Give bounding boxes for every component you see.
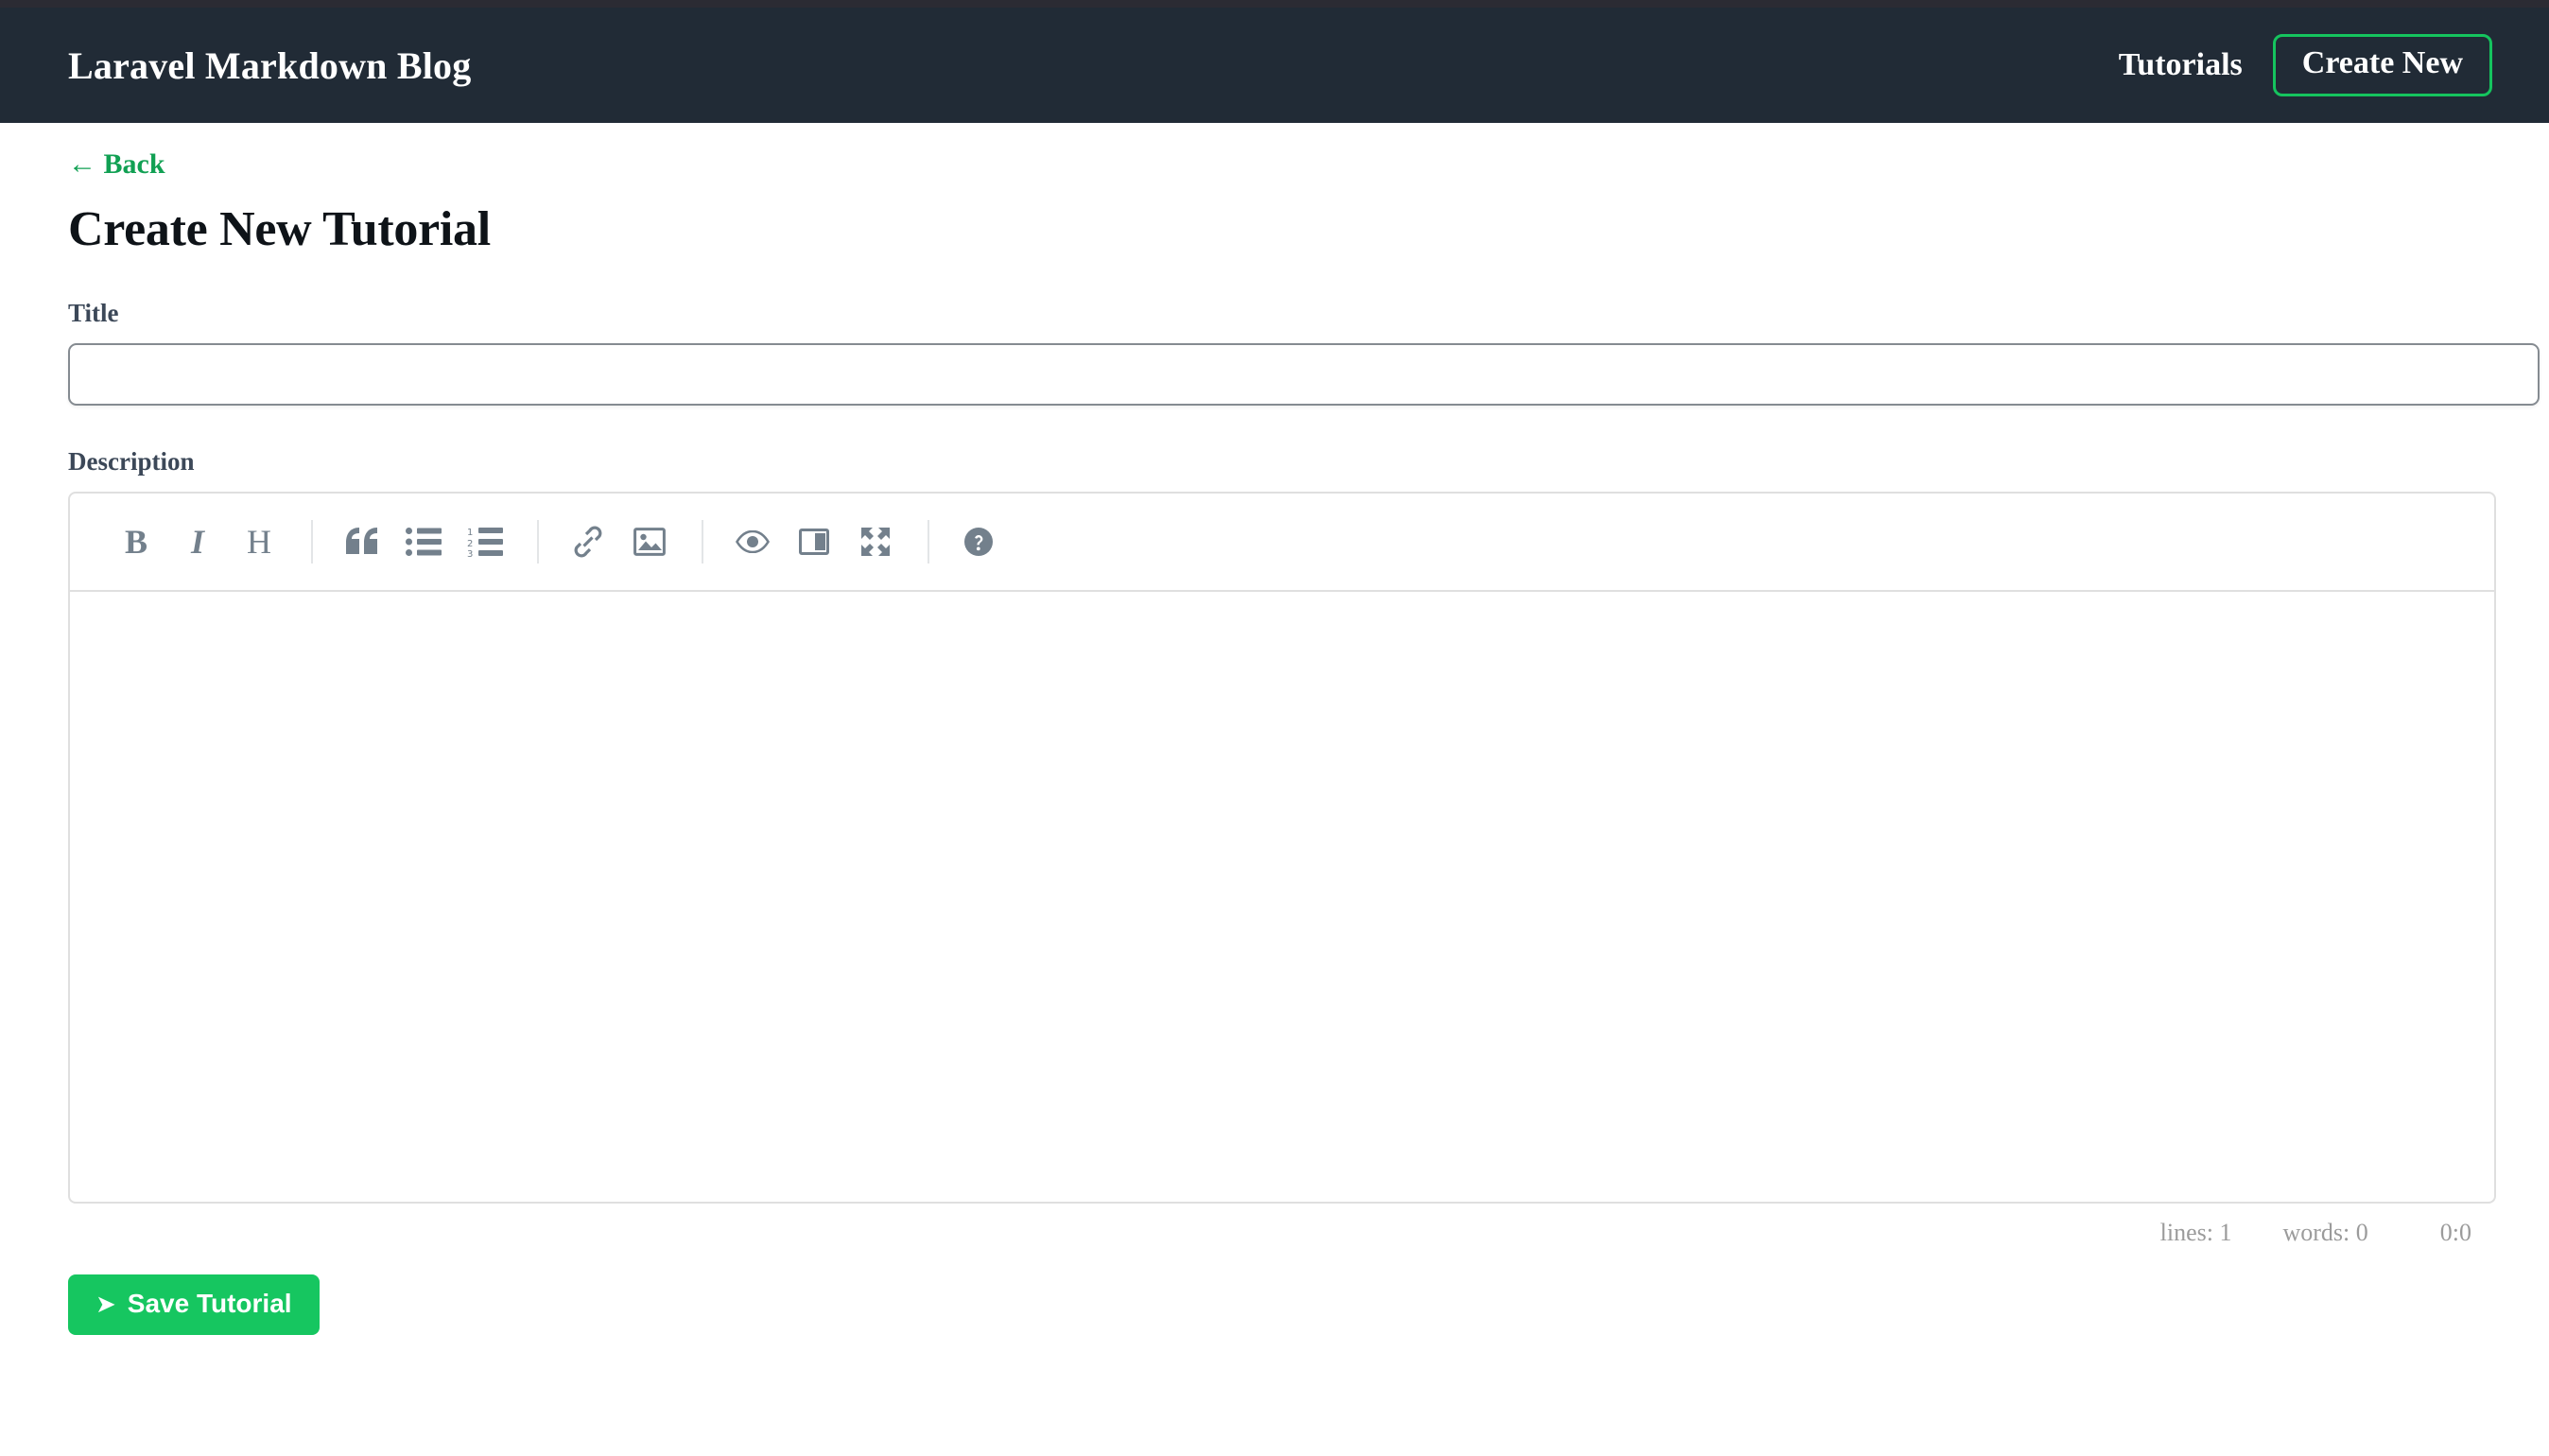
send-icon: ➤ <box>95 1290 116 1318</box>
heading-glyph: H <box>247 523 271 561</box>
unordered-list-icon[interactable] <box>397 515 450 568</box>
help-icon[interactable] <box>952 515 1005 568</box>
brand-title: Laravel Markdown Blog <box>68 43 472 87</box>
browser-chrome-strip <box>0 0 2549 8</box>
status-cursor-position: 0:0 <box>2439 1219 2471 1246</box>
quote-icon[interactable] <box>336 515 389 568</box>
description-textarea[interactable] <box>70 592 2494 1197</box>
nav-create-new-button[interactable]: Create New <box>2272 34 2492 96</box>
description-field-label: Description <box>68 447 195 476</box>
page-title: Create New Tutorial <box>68 202 491 256</box>
side-by-side-icon[interactable] <box>788 515 841 568</box>
save-tutorial-label: Save Tutorial <box>127 1289 292 1318</box>
back-link[interactable]: ← Back <box>68 148 165 181</box>
editor-toolbar: B I H 1 2 3 <box>70 494 2494 592</box>
italic-icon[interactable]: I <box>171 515 224 568</box>
navbar-right-group: Tutorials Create New <box>2119 34 2492 96</box>
status-lines: lines: 1 <box>2159 1219 2232 1246</box>
save-tutorial-button[interactable]: ➤ Save Tutorial <box>68 1274 320 1335</box>
nav-link-tutorials[interactable]: Tutorials <box>2119 47 2243 83</box>
editor-status-bar: lines: 1 words: 0 0:0 <box>68 1204 2496 1247</box>
bold-icon[interactable]: B <box>110 515 163 568</box>
toolbar-separator <box>311 520 313 563</box>
svg-text:3: 3 <box>467 549 473 557</box>
title-input[interactable] <box>68 343 2540 406</box>
image-icon[interactable] <box>623 515 676 568</box>
toolbar-separator <box>537 520 539 563</box>
toolbar-separator <box>702 520 703 563</box>
svg-text:2: 2 <box>467 539 473 549</box>
fullscreen-icon[interactable] <box>849 515 902 568</box>
title-field-label: Title <box>68 299 119 327</box>
ordered-list-icon[interactable]: 1 2 3 <box>459 515 512 568</box>
status-words: words: 0 <box>2282 1219 2368 1246</box>
heading-icon[interactable]: H <box>233 515 286 568</box>
page-content: ← Back Create New Tutorial Title Descrip… <box>0 123 2549 1335</box>
svg-text:1: 1 <box>467 528 473 538</box>
markdown-editor: B I H 1 2 3 <box>68 492 2496 1204</box>
italic-glyph: I <box>190 523 204 561</box>
link-icon[interactable] <box>562 515 615 568</box>
navbar: Laravel Markdown Blog Tutorials Create N… <box>0 8 2549 123</box>
bold-glyph: B <box>124 523 147 561</box>
preview-icon[interactable] <box>726 515 779 568</box>
toolbar-separator <box>928 520 929 563</box>
